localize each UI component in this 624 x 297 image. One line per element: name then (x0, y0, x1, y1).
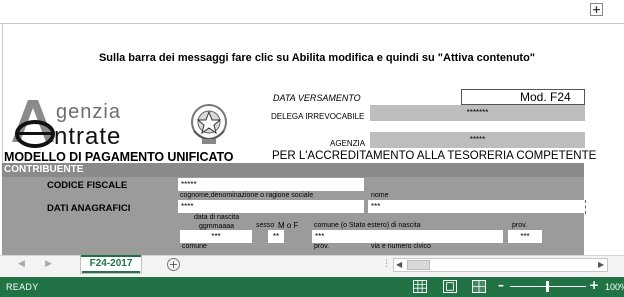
zoom-in-icon[interactable]: + (589, 278, 599, 292)
cognome-label: cognome,denominazione o ragione sociale (180, 192, 314, 199)
comune-nascita-field[interactable]: *** (312, 230, 503, 243)
sesso-mof-label: M o F (278, 221, 299, 230)
zoom-level[interactable]: 100% (605, 282, 624, 292)
contribuente-header-band (2, 163, 584, 177)
sesso-field[interactable]: ** (268, 230, 284, 243)
data-versamento-label: DATA VERSAMENTO (273, 93, 361, 103)
modello-title: MODELLO DI PAGAMENTO UNIFICATO (4, 150, 234, 164)
zoom-slider-thumb[interactable] (546, 281, 549, 292)
data-format-label: ggmmaaaa (199, 223, 235, 230)
mod-f24-label: Mod. F24 (520, 90, 571, 104)
sheet-tab-label[interactable]: F24-2017 (80, 258, 142, 269)
page-break-view-icon[interactable] (472, 280, 486, 293)
sesso-label: sesso (256, 222, 275, 229)
agenzia-entrate-logo: genzia ntrate (12, 100, 121, 150)
agenzia-label: AGENZIA (330, 139, 366, 148)
sheet-nav-prev-icon[interactable]: ◀ (18, 259, 25, 269)
comune-nascita-label: comune (o Stato estero) di nascita (314, 222, 421, 229)
normal-view-icon[interactable] (413, 280, 427, 293)
scroll-right-icon[interactable]: ▶ (598, 258, 604, 272)
via-civico-label: via e numero civico (371, 243, 431, 250)
status-bar (0, 277, 624, 297)
excel-window: + Sulla barra dei messaggi fare clic su … (0, 0, 624, 297)
sheet-nav-next-icon[interactable]: ▶ (45, 259, 52, 269)
nome-label: nome (371, 192, 389, 199)
logo-word-entrate: ntrate (54, 123, 121, 150)
page-layout-view-icon[interactable] (443, 280, 457, 293)
dati-anagrafici-label: DATI ANAGRAFICI (47, 203, 131, 214)
accreditamento-text: PER L'ACCREDITAMENTO ALLA TESORERIA COMP… (272, 150, 597, 162)
enable-editing-notice: Sulla barra dei messaggi fare clic su Ab… (98, 52, 536, 64)
scrollbar-thumb[interactable] (407, 260, 430, 270)
prov-nascita-label: prov. (512, 222, 528, 229)
sheet-top-border (0, 23, 624, 24)
italian-republic-emblem-icon (191, 104, 227, 144)
codice-fiscale-field[interactable]: ***** (178, 178, 364, 191)
ready-status: READY (6, 282, 39, 292)
expand-plus-icon[interactable]: + (590, 3, 603, 16)
logo-word-agenzia: genzia (56, 101, 121, 123)
add-sheet-icon[interactable]: + (167, 258, 180, 271)
scroll-left-icon[interactable]: ◀ (396, 258, 402, 272)
delega-irrevocabile-label: DELEGA IRREVOCABILE (271, 112, 365, 121)
delega-irrevocabile-field[interactable]: ******* (370, 105, 585, 121)
active-tab-indicator (82, 271, 140, 273)
agenzia-field[interactable]: ***** (370, 132, 585, 148)
data-nascita-label: data di nascita (194, 214, 240, 221)
contribuente-label: CONTRIBUENTE (4, 164, 84, 175)
data-nascita-field[interactable]: *** (180, 230, 252, 243)
cognome-field[interactable]: **** (178, 200, 364, 213)
zoom-out-icon[interactable]: – (498, 278, 504, 292)
comune-domicilio-label: comune (182, 243, 207, 250)
cell-divider (585, 200, 586, 214)
prov-nascita-field[interactable]: *** (508, 230, 542, 243)
nome-field[interactable]: *** (368, 200, 584, 213)
top-strip (0, 0, 624, 22)
split-handle-icon[interactable]: ⋮ (382, 259, 391, 269)
prov-domicilio-label: prov. (314, 243, 330, 250)
codice-fiscale-label: CODICE FISCALE (47, 180, 128, 191)
